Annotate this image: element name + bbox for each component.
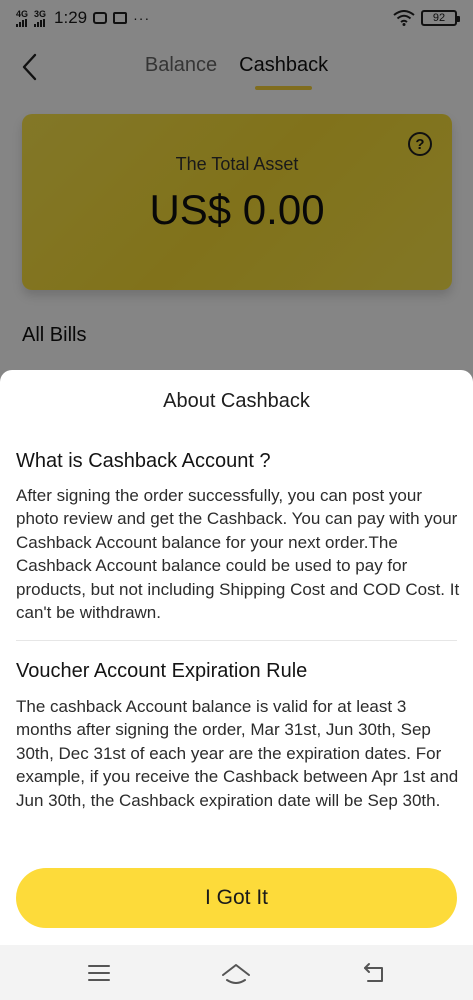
section-title-expiration-rule: Voucher Account Expiration Rule xyxy=(16,660,308,682)
sheet-title: About Cashback xyxy=(163,390,310,412)
divider xyxy=(16,640,457,641)
about-cashback-sheet: About Cashback What is Cashback Account … xyxy=(0,370,473,945)
got-it-button[interactable]: I Got It xyxy=(16,868,457,928)
menu-button[interactable] xyxy=(79,953,119,993)
return-icon xyxy=(364,962,384,982)
section-title-cashback-account: What is Cashback Account ? xyxy=(16,450,271,472)
home-button[interactable] xyxy=(216,953,256,993)
menu-icon xyxy=(87,964,110,981)
section-body-expiration-rule: The cashback Account balance is valid fo… xyxy=(16,697,459,810)
home-icon xyxy=(222,963,251,984)
section-body-cashback-account: After signing the order successfully, yo… xyxy=(16,486,460,623)
system-nav-bar xyxy=(0,945,473,1000)
return-button[interactable] xyxy=(354,953,394,993)
